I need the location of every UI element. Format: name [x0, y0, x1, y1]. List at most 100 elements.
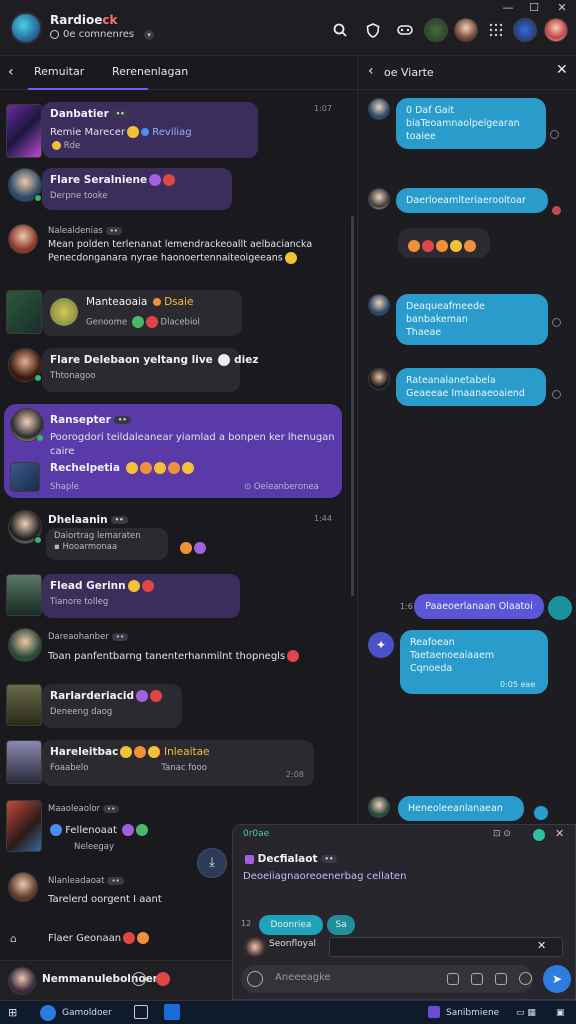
reply-chip[interactable]: Doonriea	[259, 915, 323, 935]
timestamp: 1:44	[314, 514, 332, 523]
list-item[interactable]: ⌂ Flaer Geonaan	[0, 928, 230, 952]
seen-icon	[550, 130, 559, 139]
list-item[interactable]: Flead Gerinn Tianore tolleg	[0, 572, 356, 620]
popup-tools[interactable]: ⊡ ⊙	[493, 829, 511, 839]
close-icon[interactable]: ✕	[556, 62, 568, 78]
list-item[interactable]: Rarlarderiacid Deneeng daog	[0, 682, 356, 730]
app-name: Rardioeck	[50, 13, 118, 27]
taskbar-app[interactable]: Sanibmiene	[446, 1005, 499, 1021]
reply-icon[interactable]	[534, 806, 548, 820]
app-icon[interactable]	[428, 1006, 440, 1018]
status-ring-icon	[50, 30, 59, 39]
attach-icon[interactable]	[447, 973, 459, 985]
popup-title: Decfialaot ••	[243, 853, 338, 865]
message-text: Tianore tolleg	[50, 597, 109, 607]
avatar	[368, 98, 390, 120]
tab-remuitar[interactable]: Remuitar	[34, 65, 84, 78]
timestamp: 1:6	[400, 602, 413, 611]
sender-name: Nlanleadaoat ••	[48, 876, 124, 886]
user-avatar[interactable]	[424, 18, 448, 42]
chat-header: ‹ oe Viarte ✕	[358, 56, 576, 90]
taskbar-app[interactable]: Gamoldoer	[62, 1005, 112, 1021]
grid-icon[interactable]	[486, 20, 506, 40]
list-item[interactable]: Nlanleadaoat •• Tarelerd oorgent I aant	[0, 868, 230, 916]
list-item[interactable]: Dareaohanber •• Toan panfentbarng tanente…	[0, 626, 356, 676]
controller-icon[interactable]	[395, 20, 415, 40]
list-item[interactable]: Hareleitbac Inleaitae Foaabelo Tanac foo…	[0, 738, 356, 792]
emoji-icon[interactable]	[247, 971, 263, 987]
input-placeholder: Aneeeagke	[275, 972, 331, 983]
search-icon[interactable]	[330, 20, 350, 40]
message-content: Nalealdenias •• Mean polden terlenanat le…	[48, 226, 312, 264]
reply-field[interactable]	[329, 937, 563, 957]
list-item[interactable]: Danbatier •• Remie Marecer Reviliag Rde 1…	[0, 100, 356, 162]
sticker-icon[interactable]	[519, 972, 532, 985]
reply-name: Rechelpetia	[50, 462, 194, 474]
app-icon[interactable]	[40, 1005, 56, 1021]
seen-icon	[552, 318, 561, 327]
taskbar: ⊞ Gamoldoer Sanibmiene ▭ ▦ ▣	[0, 1000, 576, 1024]
app-avatar[interactable]	[10, 12, 42, 44]
self-profile-bar: Nemmanulebolnoen	[0, 960, 232, 1000]
app-window: Rardioeck 0e comnenres ▾ — ☐ ✕ ‹ Remuita…	[0, 0, 576, 1024]
list-item-selected[interactable]: Ransepter •• Poorogdori teildaleanear yia…	[0, 402, 344, 500]
reaction-bar[interactable]	[398, 228, 490, 258]
avatar	[6, 290, 42, 334]
avatar	[368, 796, 390, 818]
window-icon[interactable]	[134, 1005, 148, 1019]
back-icon[interactable]: ‹	[368, 63, 374, 79]
minimize-button[interactable]: —	[496, 0, 520, 16]
gif-icon[interactable]	[495, 973, 507, 985]
message-bubble: Flare Seralniene Derpne tooke	[42, 168, 232, 210]
timestamp: 1:07	[314, 104, 332, 113]
dropdown-icon[interactable]: ▾	[144, 29, 155, 40]
popup-label: 0r0ae	[243, 829, 270, 839]
notification-icon[interactable]: ▣	[556, 1005, 565, 1021]
sender-name: Ransepter ••	[50, 414, 131, 426]
close-icon[interactable]: ✕	[555, 827, 564, 840]
avatar	[368, 368, 390, 390]
tray-icons[interactable]: ▭ ▦	[516, 1005, 536, 1021]
self-avatar[interactable]	[8, 967, 36, 995]
online-indicator	[36, 434, 44, 442]
settings-icon[interactable]	[132, 972, 146, 986]
reply-chip[interactable]: Sa	[327, 915, 355, 935]
tab-rerenenlagan[interactable]: Rerenenlagan	[112, 65, 188, 78]
list-item[interactable]: Dhelaanin •• Daiortrag lemaraten ▪ Hooarm…	[0, 506, 356, 564]
chat-title: oe Viarte	[384, 66, 434, 79]
send-button[interactable]: ➤	[543, 965, 571, 993]
list-item[interactable]: Flare Seralniene Derpne tooke	[0, 166, 356, 216]
status-icon[interactable]	[156, 972, 170, 986]
message-text: Remie Marecer Reviliag	[50, 126, 192, 138]
message-bubble: Hareleitbac Inleaitae Foaabelo Tanac foo…	[42, 740, 314, 786]
sender-name: Maaoleaolor ••	[48, 804, 120, 814]
sender-name: Danbatier ••	[50, 108, 250, 120]
store-icon[interactable]	[164, 1004, 180, 1020]
list-item[interactable]: Nalealdenias •• Mean polden terlenanat le…	[0, 222, 356, 278]
download-button[interactable]: ⤓	[197, 848, 227, 878]
list-item[interactable]: Flare Delebaon yeltang live diez Thtonag…	[0, 346, 356, 396]
user-avatar[interactable]	[513, 18, 537, 42]
message-text: Genoome Dlacebiol	[86, 316, 200, 328]
start-icon[interactable]: ⊞	[8, 1005, 17, 1021]
image-icon[interactable]	[471, 973, 483, 985]
user-avatar[interactable]	[454, 18, 478, 42]
clear-icon[interactable]: ✕	[537, 939, 546, 952]
reaction[interactable]	[180, 542, 192, 554]
message-text: Mean polden terlenanat lemendrackeoallt …	[48, 239, 313, 250]
close-button[interactable]: ✕	[550, 0, 574, 16]
shield-icon[interactable]	[363, 20, 383, 40]
active-tab-indicator	[28, 88, 148, 90]
status-icon	[533, 829, 545, 841]
maximize-button[interactable]: ☐	[522, 0, 546, 16]
user-avatar[interactable]	[544, 18, 568, 42]
home-icon[interactable]: ⌂	[10, 932, 17, 945]
back-icon[interactable]: ‹	[8, 64, 14, 80]
reaction[interactable]	[194, 542, 206, 554]
timestamp: 12	[241, 919, 252, 928]
popup-text: Deoeiiagnaoreoenerbag cellaten	[243, 871, 407, 882]
list-item[interactable]: Manteaoaia Dsaie Genoome Dlacebiol	[0, 288, 356, 340]
sender-name: Rarlarderiacid	[50, 690, 174, 702]
message-bubble-self: Paaeoerlanaan Olaatoi	[414, 594, 544, 619]
message-input[interactable]: Aneeeagke	[241, 965, 533, 993]
